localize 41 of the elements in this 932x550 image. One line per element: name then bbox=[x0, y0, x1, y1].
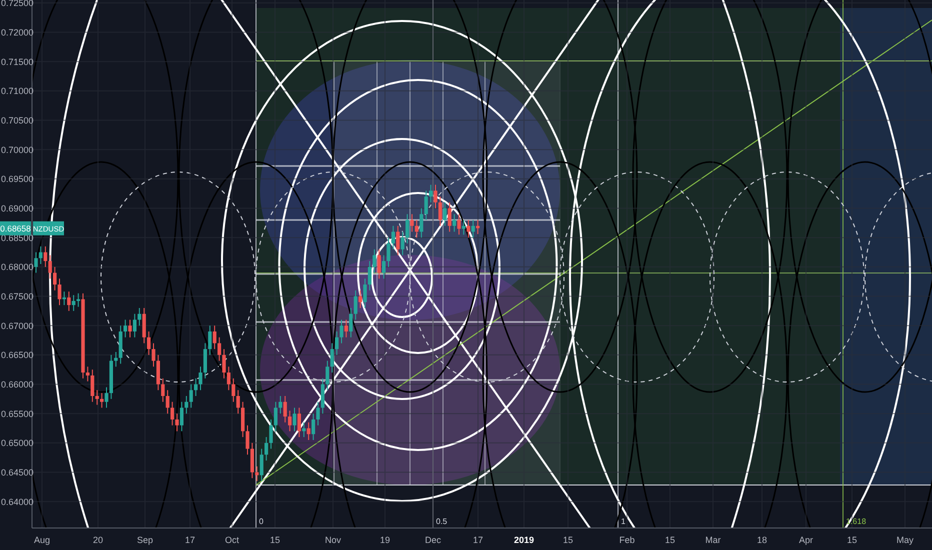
fibonacci-level-label: 0 bbox=[259, 517, 264, 526]
time-axis-label: 15 bbox=[847, 535, 857, 545]
price-axis-label: 0.64500 bbox=[1, 467, 34, 478]
time-axis-label: 17 bbox=[185, 535, 195, 545]
price-axis-label: 0.67500 bbox=[1, 291, 34, 302]
time-axis-label: 2019 bbox=[514, 535, 534, 545]
time-axis-label: Mar bbox=[705, 535, 721, 545]
price-axis-label: 0.70000 bbox=[1, 144, 34, 155]
fibonacci-level-label: 1 bbox=[621, 517, 626, 526]
last-price-tag: 0.68658 bbox=[0, 221, 31, 236]
time-axis-label: Apr bbox=[799, 535, 813, 545]
price-axis-label: 0.64000 bbox=[1, 496, 34, 507]
time-axis-label: 15 bbox=[563, 535, 573, 545]
price-axis-label: 0.66500 bbox=[1, 350, 34, 360]
price-axis-label: 0.69500 bbox=[1, 174, 34, 184]
price-axis-label: 0.67000 bbox=[1, 320, 34, 331]
price-axis-label: 0.71000 bbox=[1, 86, 34, 96]
time-axis-label: Sep bbox=[137, 535, 153, 545]
price-axis-label: 0.68500 bbox=[1, 232, 34, 243]
price-axis-label: 0.66000 bbox=[1, 379, 34, 390]
time-axis-label: 17 bbox=[473, 535, 483, 545]
price-axis-label: 0.69000 bbox=[1, 203, 34, 214]
time-axis-label: Aug bbox=[34, 535, 50, 545]
time-axis-label: Dec bbox=[425, 535, 441, 545]
time-axis-label: Feb bbox=[619, 535, 635, 545]
price-axis-label: 0.71500 bbox=[1, 56, 34, 67]
time-axis-label: 15 bbox=[270, 535, 280, 545]
time-axis-label: May bbox=[896, 535, 914, 545]
fibonacci-level-label: 0.5 bbox=[436, 517, 448, 526]
price-axis-label: 0.70500 bbox=[1, 115, 34, 126]
time-axis-label: 19 bbox=[380, 535, 390, 545]
time-axis-label: 15 bbox=[665, 535, 675, 545]
time-axis-label: Nov bbox=[325, 535, 341, 545]
time-axis-label: 18 bbox=[757, 535, 767, 545]
price-axis-label: 0.68000 bbox=[1, 262, 34, 272]
price-axis-label: 0.65000 bbox=[1, 438, 34, 448]
price-axis-label: 0.72000 bbox=[1, 27, 34, 38]
time-axis-label: 20 bbox=[93, 535, 103, 545]
time-axis-label: Oct bbox=[225, 535, 239, 545]
price-axis-label: 0.72500 bbox=[1, 0, 34, 8]
price-axis-label: 0.65500 bbox=[1, 408, 34, 419]
